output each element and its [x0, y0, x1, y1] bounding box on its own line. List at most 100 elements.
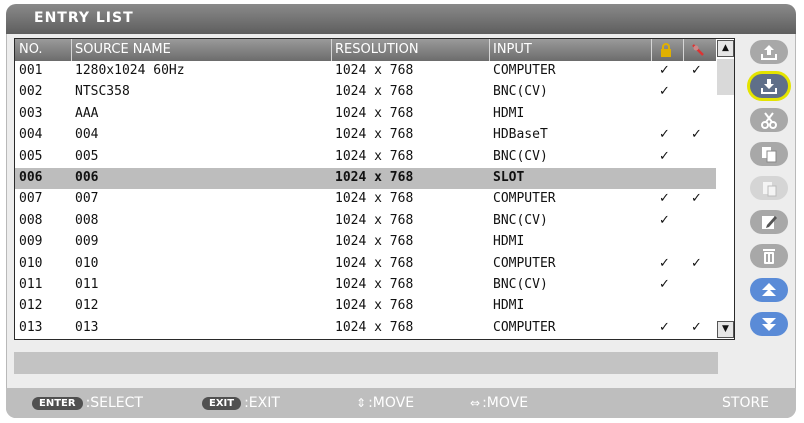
enter-key-icon: ENTER	[32, 396, 83, 410]
column-divider	[331, 39, 332, 61]
table-row[interactable]: 011 011 1024 x 768 BNC(CV) ✓	[15, 275, 717, 296]
paste-icon	[759, 178, 779, 198]
row-number: 001	[19, 63, 43, 78]
row-input: BNC(CV)	[493, 84, 548, 100]
updown-move-label: :MOVE	[368, 395, 415, 411]
column-divider	[651, 39, 652, 61]
page-up-button[interactable]	[750, 278, 788, 302]
row-lock-check: ✓	[659, 319, 670, 335]
scrollbar[interactable]: ▲ ▼	[716, 38, 735, 340]
delete-button[interactable]	[750, 244, 788, 268]
row-number: 012	[19, 298, 43, 314]
skip-icon	[692, 44, 704, 56]
column-header-no: NO.	[19, 42, 43, 57]
table-row[interactable]: 002 NTSC358 1024 x 768 BNC(CV) ✓	[15, 82, 717, 103]
row-number: 008	[19, 212, 43, 228]
row-input: BNC(CV)	[493, 276, 548, 292]
copy-button[interactable]	[750, 142, 788, 166]
message-bar	[14, 352, 718, 374]
table-row[interactable]: 012 012 1024 x 768 HDMI	[15, 296, 717, 317]
store-label: STORE	[722, 395, 770, 411]
row-input: SLOT	[493, 169, 525, 185]
entry-list-window: ENTRY LIST NO. SOURCE NAME RESOLUTION IN…	[6, 4, 796, 418]
row-input: HDBaseT	[493, 127, 548, 143]
column-header-source-name: SOURCE NAME	[75, 42, 171, 57]
row-source-name: 006	[75, 169, 99, 185]
column-divider	[683, 39, 684, 61]
scroll-up-button[interactable]: ▲	[717, 40, 734, 57]
row-lock-check: ✓	[659, 255, 670, 271]
page-down-button[interactable]	[750, 312, 788, 336]
row-input: HDMI	[493, 234, 525, 250]
row-resolution: 1024 x 768	[335, 169, 414, 185]
table-row[interactable]: 013 013 1024 x 768 COMPUTER ✓ ✓	[15, 318, 717, 339]
row-lock-check: ✓	[659, 63, 670, 78]
table-row[interactable]: 010 010 1024 x 768 COMPUTER ✓ ✓	[15, 254, 717, 275]
row-input: HDMI	[493, 298, 525, 314]
edit-button[interactable]	[750, 210, 788, 234]
row-skip-check: ✓	[691, 63, 702, 78]
row-lock-check: ✓	[659, 276, 670, 292]
row-skip-check: ✓	[691, 255, 702, 271]
load-button[interactable]	[750, 40, 788, 64]
delete-icon	[759, 246, 779, 266]
row-source-name: 008	[75, 212, 99, 228]
store-button[interactable]: STORE	[722, 395, 769, 411]
table-row[interactable]: 006 006 1024 x 768 SLOT	[15, 167, 717, 190]
row-source-name: 1280x1024 60Hz	[75, 63, 185, 78]
paste-button	[750, 176, 788, 200]
row-source-name: AAA	[75, 105, 99, 121]
table-row[interactable]: 009 009 1024 x 768 HDMI	[15, 232, 717, 253]
row-resolution: 1024 x 768	[335, 127, 414, 143]
row-number: 007	[19, 191, 43, 207]
page-up-icon	[759, 280, 779, 300]
edit-icon	[759, 212, 779, 232]
row-number: 004	[19, 127, 43, 143]
save-button[interactable]	[750, 74, 788, 98]
row-input: COMPUTER	[493, 255, 556, 271]
cut-button[interactable]	[750, 108, 788, 132]
row-resolution: 1024 x 768	[335, 63, 414, 78]
row-number: 005	[19, 148, 43, 164]
row-lock-check: ✓	[659, 148, 670, 164]
footer-updown-hint: ⇕ :MOVE	[356, 395, 414, 411]
select-label: :SELECT	[85, 395, 143, 411]
row-lock-check: ✓	[659, 84, 670, 100]
row-skip-check: ✓	[691, 127, 702, 143]
row-input: BNC(CV)	[493, 212, 548, 228]
row-input: HDMI	[493, 105, 525, 121]
save-icon	[759, 76, 779, 96]
table-row[interactable]: 004 004 1024 x 768 HDBaseT ✓ ✓	[15, 125, 717, 146]
column-divider	[489, 39, 490, 61]
window-title: ENTRY LIST	[34, 10, 134, 26]
table-row[interactable]: 001 1280x1024 60Hz 1024 x 768 COMPUTER ✓ ✓	[15, 61, 717, 82]
row-resolution: 1024 x 768	[335, 234, 414, 250]
entry-list-table: NO. SOURCE NAME RESOLUTION INPUT 001 1280…	[14, 38, 718, 340]
updown-arrows-icon: ⇕	[356, 396, 367, 410]
table-header: NO. SOURCE NAME RESOLUTION INPUT	[15, 39, 717, 61]
table-row[interactable]: 003 AAA 1024 x 768 HDMI	[15, 104, 717, 125]
row-resolution: 1024 x 768	[335, 319, 414, 335]
scroll-down-button[interactable]: ▼	[717, 321, 734, 338]
row-resolution: 1024 x 768	[335, 276, 414, 292]
row-resolution: 1024 x 768	[335, 191, 414, 207]
exit-label: :EXIT	[244, 395, 280, 411]
row-resolution: 1024 x 768	[335, 105, 414, 121]
row-number: 002	[19, 84, 43, 100]
row-source-name: 007	[75, 191, 99, 207]
table-body: 001 1280x1024 60Hz 1024 x 768 COMPUTER ✓ ✓ 002…	[15, 61, 717, 339]
row-source-name: 010	[75, 255, 99, 271]
row-source-name: 012	[75, 298, 99, 314]
column-header-input: INPUT	[493, 42, 532, 57]
row-number: 009	[19, 234, 43, 250]
row-input: COMPUTER	[493, 63, 556, 78]
table-row[interactable]: 008 008 1024 x 768 BNC(CV) ✓	[15, 211, 717, 232]
row-source-name: NTSC358	[75, 84, 130, 100]
row-source-name: 013	[75, 319, 99, 335]
footer-exit-hint: EXIT :EXIT	[202, 395, 280, 411]
table-row[interactable]: 005 005 1024 x 768 BNC(CV) ✓	[15, 147, 717, 168]
scroll-thumb[interactable]	[717, 59, 734, 95]
table-row[interactable]: 007 007 1024 x 768 COMPUTER ✓ ✓	[15, 189, 717, 210]
row-skip-check: ✓	[691, 319, 702, 335]
row-source-name: 005	[75, 148, 99, 164]
